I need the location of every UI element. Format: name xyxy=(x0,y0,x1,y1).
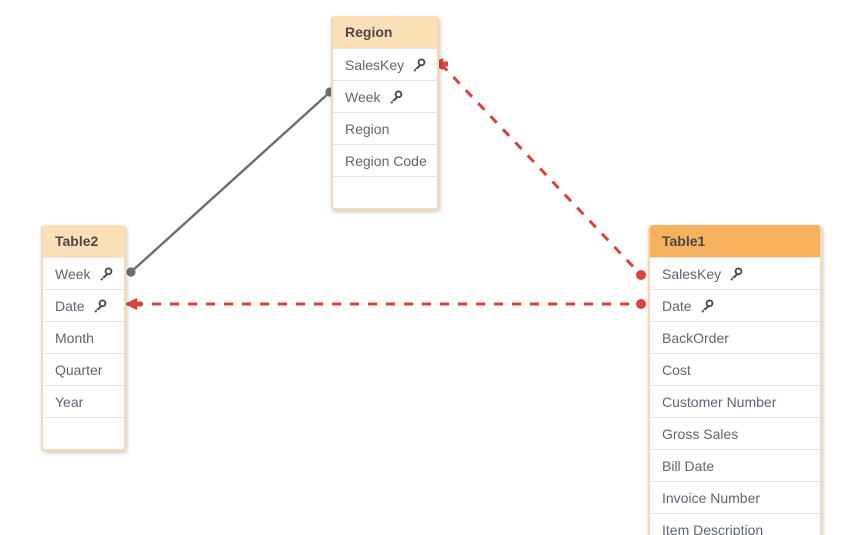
field-label: Month xyxy=(55,329,94,346)
field-row[interactable]: BackOrder xyxy=(650,321,820,353)
key-icon xyxy=(388,90,403,105)
field-label: SalesKey xyxy=(662,265,722,282)
table-title-table2: Table2 xyxy=(43,225,124,257)
key-icon xyxy=(98,267,113,282)
key-icon xyxy=(728,267,743,282)
field-row[interactable]: Customer Number xyxy=(650,385,820,417)
field-row[interactable]: Month xyxy=(43,321,124,353)
field-label: Invoice Number xyxy=(662,489,761,506)
link-line-solid xyxy=(129,90,332,274)
table-card-table2[interactable]: Table2 Week Date Month Quarter Year xyxy=(41,225,126,451)
table-card-table1[interactable]: Table1 SalesKey Date BackOrder Cost Cust… xyxy=(648,225,822,535)
link-arrow-stem-table2 xyxy=(135,301,142,307)
table-footer-row xyxy=(333,176,437,208)
field-row[interactable]: Date xyxy=(43,289,124,321)
field-label: BackOrder xyxy=(662,329,729,346)
field-row[interactable]: Week xyxy=(43,257,124,289)
field-row[interactable]: Gross Sales xyxy=(650,417,820,449)
field-row[interactable]: SalesKey xyxy=(650,257,820,289)
field-row[interactable]: Week xyxy=(333,80,437,112)
table-title-table1: Table1 xyxy=(650,225,820,257)
table-title-region: Region xyxy=(333,16,437,48)
field-row[interactable]: SalesKey xyxy=(333,48,437,80)
field-label: Quarter xyxy=(55,361,103,378)
field-row[interactable]: Region xyxy=(333,112,437,144)
field-row[interactable]: Date xyxy=(650,289,820,321)
field-row[interactable]: Cost xyxy=(650,353,820,385)
field-row[interactable]: Item Description xyxy=(650,513,820,535)
link-endpoint-dot-table2-week xyxy=(126,267,136,277)
field-label: SalesKey xyxy=(345,56,405,73)
link-endpoint-dot-table1-saleskey xyxy=(636,270,646,280)
field-row[interactable]: Invoice Number xyxy=(650,481,820,513)
field-label: Bill Date xyxy=(662,457,715,474)
field-label: Item Description xyxy=(662,521,764,535)
field-label: Date xyxy=(55,297,85,314)
field-label: Gross Sales xyxy=(662,425,739,442)
field-label: Week xyxy=(345,88,381,105)
link-arrow-stem-region xyxy=(441,61,448,67)
link-table2-week-region-week[interactable] xyxy=(126,87,335,277)
link-endpoint-dot-table1-date xyxy=(636,299,646,309)
field-row[interactable]: Region Code xyxy=(333,144,437,176)
field-row[interactable]: Year xyxy=(43,385,124,417)
field-row[interactable]: Quarter xyxy=(43,353,124,385)
key-icon xyxy=(699,299,714,314)
table-card-region[interactable]: Region SalesKey Week Region Region Code xyxy=(331,16,439,210)
field-label: Cost xyxy=(662,361,691,378)
field-label: Region xyxy=(345,120,390,137)
link-table2-date-table1-date[interactable] xyxy=(124,298,646,310)
field-label: Week xyxy=(55,265,91,282)
field-label: Date xyxy=(662,297,692,314)
data-model-canvas[interactable]: Region SalesKey Week Region Region Code … xyxy=(0,0,858,535)
field-label: Customer Number xyxy=(662,393,777,410)
key-icon xyxy=(92,299,107,314)
table-footer-row xyxy=(43,417,124,449)
link-region-saleskey-table1-saleskey[interactable] xyxy=(430,58,646,280)
link-line-dashed xyxy=(439,62,643,277)
field-label: Year xyxy=(55,393,84,410)
field-label: Region Code xyxy=(345,152,427,169)
key-icon xyxy=(411,58,426,73)
field-row[interactable]: Bill Date xyxy=(650,449,820,481)
